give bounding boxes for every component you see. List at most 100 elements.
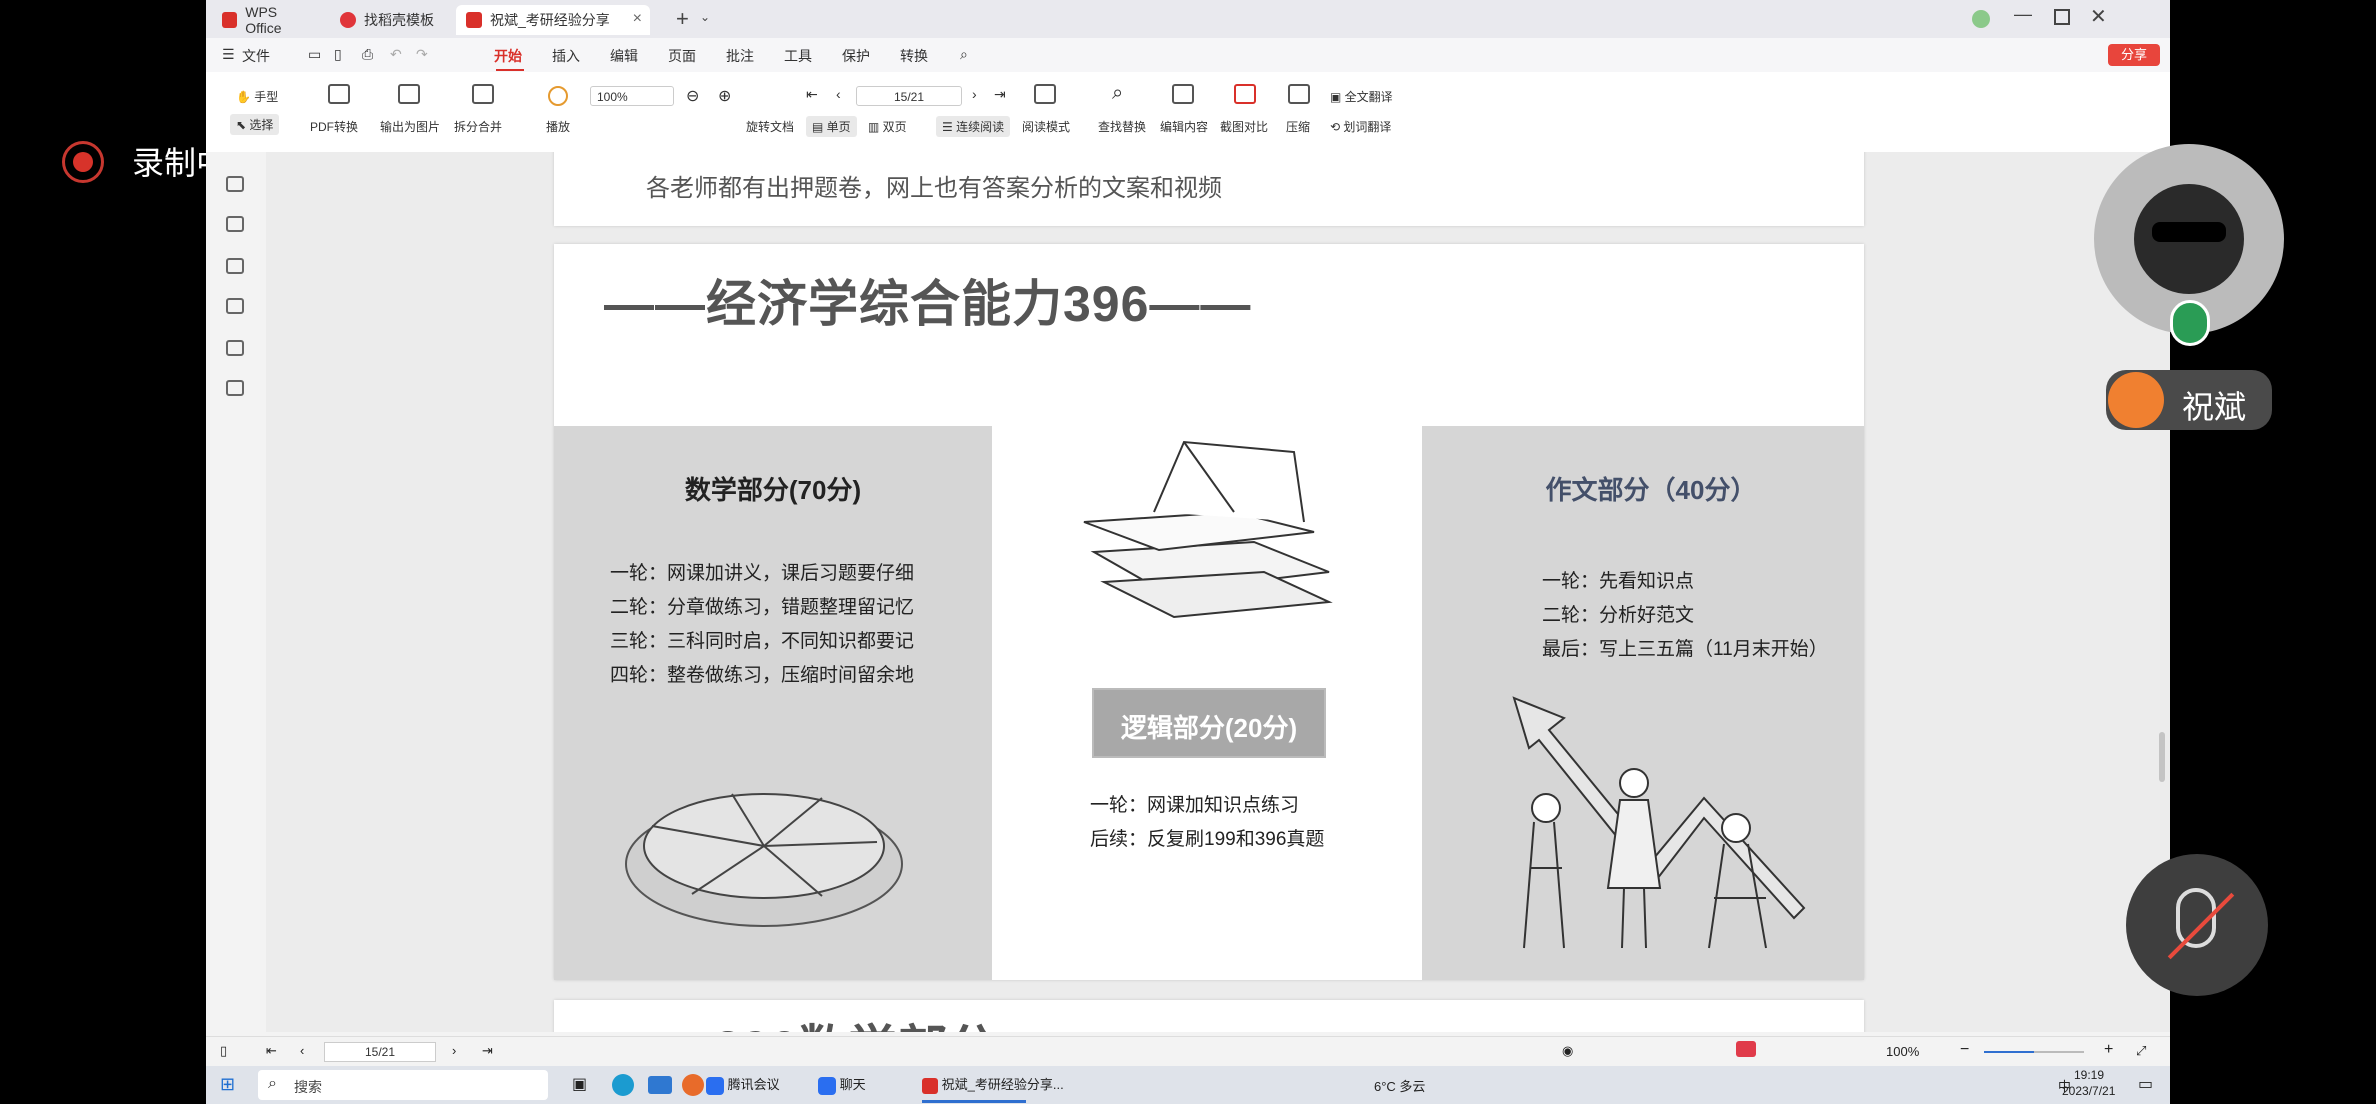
mail-icon[interactable] xyxy=(648,1076,672,1094)
status-page-input[interactable]: 15/21 xyxy=(324,1042,436,1062)
split-merge-icon xyxy=(472,84,494,104)
tab-label: WPS Office xyxy=(245,4,282,36)
tab-document[interactable]: 祝斌_考研经验分享 × xyxy=(456,5,650,35)
last-page-icon[interactable]: ⇥ xyxy=(994,86,1006,103)
save-icon[interactable]: ▯ xyxy=(334,46,342,63)
taskbar-app-chat[interactable]: 聊天 xyxy=(818,1074,866,1095)
minimize-button[interactable]: — xyxy=(2014,4,2032,25)
first-page-icon[interactable]: ⇤ xyxy=(266,1043,277,1059)
taskbar-app-meeting[interactable]: 腾讯会议 xyxy=(706,1074,780,1095)
bookmark-icon[interactable] xyxy=(226,176,244,192)
logic-title-box: 逻辑部分(20分) xyxy=(1092,688,1326,758)
double-page-button[interactable]: ▥ 双页 xyxy=(868,118,907,135)
attachment-icon[interactable] xyxy=(226,298,244,314)
read-mode-button[interactable]: 阅读模式 xyxy=(1022,118,1070,135)
eye-icon[interactable]: ◉ xyxy=(1562,1043,1573,1059)
close-window-button[interactable]: ✕ xyxy=(2090,4,2107,29)
print-icon[interactable]: ⎙ xyxy=(362,46,373,63)
thumbnail-icon[interactable] xyxy=(226,216,244,232)
play-slideshow-icon[interactable] xyxy=(1736,1041,1756,1057)
menu-protect[interactable]: 保护 xyxy=(842,46,870,66)
taskbar-app-wps[interactable]: 祝斌_考研经验分享... xyxy=(922,1074,1064,1094)
clock-date[interactable]: 2023/7/21 xyxy=(2062,1084,2115,1098)
menu-comment[interactable]: 批注 xyxy=(726,46,754,66)
menu-file[interactable]: 文件 xyxy=(242,46,270,66)
next-page-icon[interactable]: › xyxy=(972,86,977,102)
hand-tool[interactable]: ✋ 手型 xyxy=(236,88,278,105)
prev-page-icon[interactable]: ‹ xyxy=(300,1043,304,1058)
tab-template[interactable]: 找稻壳模板 xyxy=(330,5,458,35)
rotate-button[interactable]: 旋转文档 xyxy=(746,118,794,135)
tab-wps-office[interactable]: WPS Office xyxy=(212,4,324,36)
menu-home[interactable]: 开始 xyxy=(494,46,522,66)
single-page-button[interactable]: ▤ 单页 xyxy=(806,116,857,137)
zoom-out-icon[interactable]: ⊖ xyxy=(686,86,699,106)
compare-button[interactable]: 截图对比 xyxy=(1220,118,1268,135)
clock-time[interactable]: 19:19 xyxy=(2074,1068,2104,1082)
select-tool[interactable]: ⬉ 选择 xyxy=(230,114,280,135)
find-replace-button[interactable]: 查找替换 xyxy=(1098,118,1146,135)
windows-start-icon[interactable]: ⊞ xyxy=(220,1074,235,1095)
prev-page-icon[interactable]: ‹ xyxy=(836,86,841,102)
avatar xyxy=(2108,372,2164,428)
mute-mic-button[interactable] xyxy=(2126,854,2268,996)
restore-button[interactable] xyxy=(2054,9,2070,25)
page-input[interactable]: 15/21 xyxy=(856,86,962,106)
fullscreen-icon[interactable]: ⤢ xyxy=(2136,1043,2146,1059)
menu-page[interactable]: 页面 xyxy=(668,46,696,66)
menu-bar: ☰ 文件 ▭ ▯ ⎙ ↶ ↷ 开始 插入 编辑 页面 批注 工具 保护 转换 ⌕… xyxy=(206,38,2170,72)
zoom-out-icon[interactable]: − xyxy=(1960,1041,1969,1059)
word-translate-button[interactable]: ⟲ 划词翻译 xyxy=(1330,118,1391,135)
math-line: 四轮：整卷做练习，压缩时间留余地 xyxy=(610,665,915,686)
mic-icon[interactable] xyxy=(2170,300,2210,346)
menu-icon[interactable]: ☰ xyxy=(222,46,235,63)
edge-icon[interactable] xyxy=(612,1074,634,1096)
export-image-button[interactable]: 输出为图片 xyxy=(380,118,440,135)
avatar[interactable] xyxy=(1972,10,1990,28)
undo-icon[interactable]: ↶ xyxy=(390,46,402,63)
menu-insert[interactable]: 插入 xyxy=(552,46,580,66)
weather-widget[interactable]: 6°C 多云 xyxy=(1374,1076,1425,1095)
continuous-button[interactable]: ☰ 连续阅读 xyxy=(936,116,1011,137)
wps-logo-icon xyxy=(222,12,238,28)
zoom-in-icon[interactable]: ⊕ xyxy=(718,86,731,106)
notification-icon[interactable]: ▭ xyxy=(2138,1074,2153,1094)
full-translate-button[interactable]: ▣ 全文翻译 xyxy=(1330,88,1393,105)
redo-icon[interactable]: ↷ xyxy=(416,46,428,63)
next-page: 396数学部分 xyxy=(554,1000,1864,1032)
zoom-slider[interactable] xyxy=(1984,1051,2084,1053)
task-view-icon[interactable]: ▣ xyxy=(572,1074,587,1094)
first-page-icon[interactable]: ⇤ xyxy=(806,86,818,103)
play-icon xyxy=(548,86,568,106)
sidebar-toggle-icon[interactable]: ▯ xyxy=(220,1043,227,1059)
menu-convert[interactable]: 转换 xyxy=(900,46,928,66)
play-button[interactable]: 播放 xyxy=(546,118,570,135)
last-page-icon[interactable]: ⇥ xyxy=(482,1043,493,1059)
comment-icon[interactable] xyxy=(226,258,244,274)
next-page-icon[interactable]: › xyxy=(452,1043,456,1058)
taskbar-search[interactable]: ⌕ 搜索 xyxy=(258,1070,548,1100)
new-tab-button[interactable]: + xyxy=(676,6,689,32)
search-icon[interactable]: ⌕ xyxy=(960,46,968,63)
menu-tools[interactable]: 工具 xyxy=(784,46,812,66)
share-button[interactable]: 分享 xyxy=(2108,44,2160,66)
vertical-scrollbar[interactable] xyxy=(2159,732,2165,782)
split-merge-button[interactable]: 拆分合并 xyxy=(454,118,502,135)
open-icon[interactable]: ▭ xyxy=(308,46,321,63)
status-zoom[interactable]: 100% xyxy=(1886,1044,1919,1059)
zoom-in-icon[interactable]: + xyxy=(2104,1041,2113,1059)
close-icon[interactable]: × xyxy=(633,10,642,28)
edit-content-button[interactable]: 编辑内容 xyxy=(1160,118,1208,135)
compress-button[interactable]: 压缩 xyxy=(1286,118,1310,135)
document-viewport[interactable]: 各老师都有出押题卷，网上也有答案分析的文案和视频 ——经济学综合能力396—— … xyxy=(266,152,2170,1032)
share-label: 分享 xyxy=(2120,47,2147,62)
math-panel: 数学部分(70分) 一轮：网课加讲义，课后习题要仔细 二轮：分章做练习，错题整理… xyxy=(554,426,992,980)
chevron-down-icon[interactable]: ⌄ xyxy=(700,10,710,24)
zoom-select[interactable]: 100% xyxy=(590,86,674,106)
pdf-convert-button[interactable]: PDF转换 xyxy=(310,118,358,135)
menu-edit[interactable]: 编辑 xyxy=(610,46,638,66)
logic-title: 逻辑部分(20分) xyxy=(1120,713,1298,743)
layers-icon[interactable] xyxy=(226,380,244,396)
signature-icon[interactable] xyxy=(226,340,244,356)
firefox-icon[interactable] xyxy=(682,1074,704,1096)
